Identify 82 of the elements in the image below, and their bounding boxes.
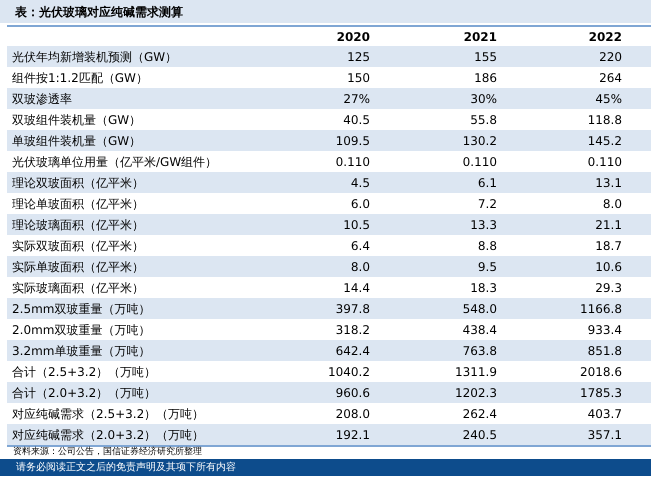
- table-cell-text: 8.8: [476, 238, 497, 254]
- table-cell-text: 14.4: [342, 280, 370, 296]
- table-cell-text: 642.4: [334, 342, 370, 360]
- table-cell-text: 763.8: [462, 342, 497, 360]
- row-label: 组件按1:1.2匹配（GW）: [11, 70, 149, 86]
- table-cell-text: 6.1: [476, 174, 497, 192]
- table-cell-text: 6.4: [350, 238, 370, 254]
- table-cell-text: 1040.2: [327, 364, 370, 380]
- row-label: 实际双玻面积（亿平米）: [11, 238, 145, 254]
- row-label: 对应纯碱需求（2.5+3.2）（万吨）: [11, 406, 206, 422]
- table-cell-text: 1166.8: [579, 300, 622, 318]
- table-cell-text: 357.1: [586, 426, 622, 444]
- row-label: 2.5mm双玻重量（万吨）: [11, 300, 152, 318]
- table-cell-text: 40.5: [342, 112, 370, 128]
- row-label: 2.0mm双玻重量（万吨）: [11, 322, 152, 338]
- table-cell-text: 933.4: [586, 322, 622, 338]
- table-cell-text: 1785.3: [579, 384, 622, 402]
- column-header: 2022: [588, 28, 622, 46]
- table-cell-text: 397.8: [334, 300, 370, 318]
- row-label: 双玻组件装机量（GW）: [11, 112, 142, 128]
- table-cell-text: 1202.3: [454, 384, 497, 402]
- table-cell-text: 548.0: [462, 300, 497, 318]
- table-cell-text: 4.5: [350, 174, 370, 192]
- table-cell-text: 145.2: [586, 132, 622, 150]
- table-cell-text: 8.0: [602, 196, 622, 212]
- table-cell-text: 18.7: [594, 238, 622, 254]
- table-cell-text: 960.6: [334, 384, 370, 402]
- row-label: 光伏年均新增装机预测（GW）: [11, 48, 178, 66]
- table-cell-text: 29.3: [594, 280, 622, 296]
- table-cell-text: 0.110: [334, 154, 370, 170]
- table-cell-text: 109.5: [334, 132, 370, 150]
- row-label: 对应纯碱需求（2.0+3.2）（万吨）: [11, 426, 206, 444]
- row-label: 单玻组件装机量（GW）: [11, 132, 142, 150]
- table-cell-text: 220: [598, 48, 622, 66]
- table-cell-text: 118.8: [586, 112, 622, 128]
- table-cell-text: 125: [346, 48, 370, 66]
- column-header: 2021: [462, 28, 497, 46]
- row-label: 光伏玻璃单位用量（亿平米/GW组件）: [11, 154, 218, 170]
- table-cell-text: 264: [598, 70, 622, 86]
- table-cell-text: 2018.6: [579, 364, 622, 380]
- row-label: 合计（2.5+3.2）（万吨）: [11, 364, 158, 380]
- table-cell-text: 21.1: [594, 216, 622, 234]
- table-cell-text: 403.7: [586, 406, 622, 422]
- column-header: 2020: [336, 28, 370, 46]
- table-cell-text: 10.6: [594, 258, 622, 276]
- table-cell-text: 0.110: [462, 154, 497, 170]
- row-label: 双玻渗透率: [11, 90, 73, 108]
- table-cell-text: 6.0: [350, 196, 370, 212]
- table-cell-text: 8.0: [350, 258, 370, 276]
- table-cell-text: 0.110: [586, 154, 622, 170]
- table-cell-text: 150: [346, 70, 370, 86]
- row-label: 理论单玻面积（亿平米）: [11, 196, 145, 212]
- table-cell-text: 30%: [469, 90, 497, 108]
- table-cell-text: 27%: [342, 90, 370, 108]
- table-cell-text: 13.3: [469, 216, 497, 234]
- table-cell-text: 9.5: [476, 258, 497, 276]
- table-cell-text: 10.5: [342, 216, 370, 234]
- table-cell-text: 240.5: [462, 426, 497, 444]
- row-label: 实际单玻面积（亿平米）: [11, 258, 145, 276]
- table-cell-text: 438.4: [462, 322, 497, 338]
- table-cell-text: 208.0: [334, 406, 370, 422]
- row-label: 实际玻璃面积（亿平米）: [11, 280, 145, 296]
- table-cell-text: 1311.9: [454, 364, 497, 380]
- table-cell-text: 55.8: [469, 112, 497, 128]
- table-cell-text: 45%: [594, 90, 622, 108]
- row-label: 3.2mm单玻重量（万吨）: [11, 342, 152, 360]
- table-cell-text: 13.1: [594, 174, 622, 192]
- table-cell-text: 192.1: [334, 426, 370, 444]
- table-cell-text: 318.2: [334, 322, 370, 338]
- table-cell-text: 130.2: [462, 132, 497, 150]
- table-cell-text: 18.3: [469, 280, 497, 296]
- table-cell-text: 155: [473, 48, 497, 66]
- table-cell-text: 7.2: [476, 196, 497, 212]
- table-cell-text: 186: [473, 70, 497, 86]
- row-label: 理论双玻面积（亿平米）: [11, 174, 145, 192]
- row-label: 理论玻璃面积（亿平米）: [11, 216, 145, 234]
- table-title: 表：光伏玻璃对应纯碱需求测算: [14, 4, 183, 20]
- table-cell-text: 851.8: [586, 342, 622, 360]
- row-label: 合计（2.0+3.2）（万吨）: [11, 384, 158, 402]
- source-note: 资料来源：公司公告，国信证券经济研究所整理: [12, 446, 202, 460]
- table-cell-text: 262.4: [462, 406, 497, 422]
- disclaimer-text: 请务必阅读正文之后的免责声明及其项下所有内容: [16, 460, 236, 475]
